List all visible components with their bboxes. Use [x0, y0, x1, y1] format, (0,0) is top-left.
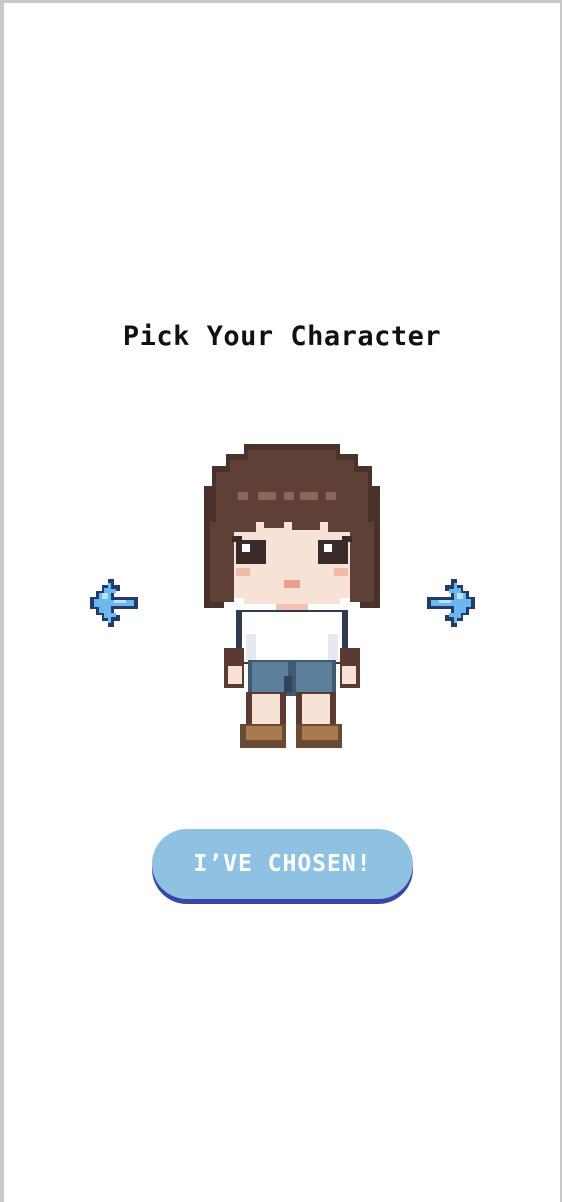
- pixel-arrow-left-icon[interactable]: [78, 573, 138, 633]
- pixel-arrow-right-icon[interactable]: [427, 573, 487, 633]
- game-screen: Pick Your Character I’VE CHOSEN!: [4, 3, 560, 1202]
- character-sprite: [204, 444, 380, 748]
- page-title: Pick Your Character: [122, 321, 442, 352]
- confirm-character-button[interactable]: I’VE CHOSEN!: [152, 829, 413, 899]
